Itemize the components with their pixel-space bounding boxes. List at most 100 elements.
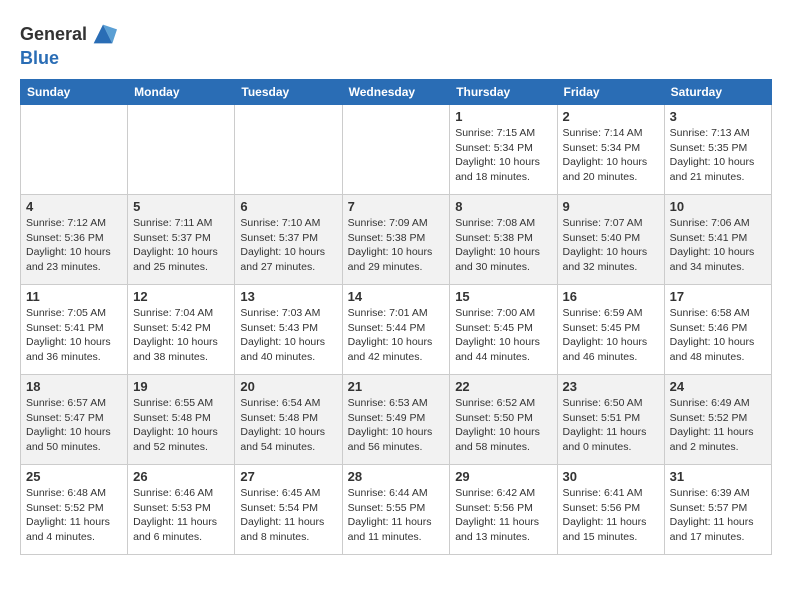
day-info: Sunrise: 6:58 AM Sunset: 5:46 PM Dayligh…: [670, 306, 766, 365]
day-number: 27: [240, 469, 336, 484]
calendar-week-row: 25 Sunrise: 6:48 AM Sunset: 5:52 PM Dayli…: [21, 465, 772, 555]
day-info: Sunrise: 7:07 AM Sunset: 5:40 PM Dayligh…: [563, 216, 659, 275]
logo-blue-text: Blue: [20, 48, 59, 69]
calendar-cell: 7 Sunrise: 7:09 AM Sunset: 5:38 PM Daylig…: [342, 195, 450, 285]
calendar-cell: 3 Sunrise: 7:13 AM Sunset: 5:35 PM Daylig…: [664, 105, 771, 195]
logo: General Blue: [20, 20, 117, 69]
day-info: Sunrise: 6:39 AM Sunset: 5:57 PM Dayligh…: [670, 486, 766, 545]
weekday-header-row: SundayMondayTuesdayWednesdayThursdayFrid…: [21, 80, 772, 105]
header: General Blue: [20, 20, 772, 69]
day-number: 30: [563, 469, 659, 484]
day-info: Sunrise: 7:10 AM Sunset: 5:37 PM Dayligh…: [240, 216, 336, 275]
day-info: Sunrise: 6:52 AM Sunset: 5:50 PM Dayligh…: [455, 396, 551, 455]
calendar-cell: 19Sunrise: 6:55 AM Sunset: 5:48 PM Dayli…: [128, 375, 235, 465]
calendar-cell: 18Sunrise: 6:57 AM Sunset: 5:47 PM Dayli…: [21, 375, 128, 465]
day-number: 6: [240, 199, 336, 214]
calendar-cell: [21, 105, 128, 195]
day-number: 29: [455, 469, 551, 484]
calendar-cell: 29Sunrise: 6:42 AM Sunset: 5:56 PM Dayli…: [450, 465, 557, 555]
day-info: Sunrise: 7:11 AM Sunset: 5:37 PM Dayligh…: [133, 216, 229, 275]
weekday-header-saturday: Saturday: [664, 80, 771, 105]
day-number: 16: [563, 289, 659, 304]
calendar-cell: 16 Sunrise: 6:59 AM Sunset: 5:45 PM Dayli…: [557, 285, 664, 375]
day-info: Sunrise: 7:13 AM Sunset: 5:35 PM Dayligh…: [670, 126, 766, 185]
calendar-cell: 12 Sunrise: 7:04 AM Sunset: 5:42 PM Dayli…: [128, 285, 235, 375]
calendar-cell: 30 Sunrise: 6:41 AM Sunset: 5:56 PM Dayli…: [557, 465, 664, 555]
day-info: Sunrise: 6:53 AM Sunset: 5:49 PM Dayligh…: [348, 396, 445, 455]
day-number: 1: [455, 109, 551, 124]
day-number: 28: [348, 469, 445, 484]
weekday-header-sunday: Sunday: [21, 80, 128, 105]
calendar-cell: 10Sunrise: 7:06 AM Sunset: 5:41 PM Dayli…: [664, 195, 771, 285]
day-number: 17: [670, 289, 766, 304]
day-info: Sunrise: 6:50 AM Sunset: 5:51 PM Dayligh…: [563, 396, 659, 455]
calendar-cell: 4 Sunrise: 7:12 AM Sunset: 5:36 PM Daylig…: [21, 195, 128, 285]
day-number: 13: [240, 289, 336, 304]
day-info: Sunrise: 7:00 AM Sunset: 5:45 PM Dayligh…: [455, 306, 551, 365]
day-number: 22: [455, 379, 551, 394]
calendar-week-row: 11 Sunrise: 7:05 AM Sunset: 5:41 PM Dayli…: [21, 285, 772, 375]
calendar-cell: 31 Sunrise: 6:39 AM Sunset: 5:57 PM Dayli…: [664, 465, 771, 555]
day-info: Sunrise: 7:05 AM Sunset: 5:41 PM Dayligh…: [26, 306, 122, 365]
calendar-cell: 9 Sunrise: 7:07 AM Sunset: 5:40 PM Daylig…: [557, 195, 664, 285]
calendar-week-row: 18Sunrise: 6:57 AM Sunset: 5:47 PM Dayli…: [21, 375, 772, 465]
weekday-header-thursday: Thursday: [450, 80, 557, 105]
day-number: 15: [455, 289, 551, 304]
day-info: Sunrise: 7:09 AM Sunset: 5:38 PM Dayligh…: [348, 216, 445, 275]
calendar-cell: 1 Sunrise: 7:15 AM Sunset: 5:34 PM Daylig…: [450, 105, 557, 195]
day-info: Sunrise: 7:12 AM Sunset: 5:36 PM Dayligh…: [26, 216, 122, 275]
day-info: Sunrise: 6:41 AM Sunset: 5:56 PM Dayligh…: [563, 486, 659, 545]
day-number: 26: [133, 469, 229, 484]
day-info: Sunrise: 7:08 AM Sunset: 5:38 PM Dayligh…: [455, 216, 551, 275]
calendar-cell: 21 Sunrise: 6:53 AM Sunset: 5:49 PM Dayli…: [342, 375, 450, 465]
day-number: 20: [240, 379, 336, 394]
day-info: Sunrise: 7:15 AM Sunset: 5:34 PM Dayligh…: [455, 126, 551, 185]
day-number: 21: [348, 379, 445, 394]
calendar-cell: 22 Sunrise: 6:52 AM Sunset: 5:50 PM Dayli…: [450, 375, 557, 465]
calendar-week-row: 1 Sunrise: 7:15 AM Sunset: 5:34 PM Daylig…: [21, 105, 772, 195]
day-info: Sunrise: 6:54 AM Sunset: 5:48 PM Dayligh…: [240, 396, 336, 455]
calendar-cell: 14 Sunrise: 7:01 AM Sunset: 5:44 PM Dayli…: [342, 285, 450, 375]
day-info: Sunrise: 7:03 AM Sunset: 5:43 PM Dayligh…: [240, 306, 336, 365]
day-info: Sunrise: 6:59 AM Sunset: 5:45 PM Dayligh…: [563, 306, 659, 365]
day-number: 14: [348, 289, 445, 304]
day-info: Sunrise: 6:44 AM Sunset: 5:55 PM Dayligh…: [348, 486, 445, 545]
weekday-header-wednesday: Wednesday: [342, 80, 450, 105]
day-info: Sunrise: 7:04 AM Sunset: 5:42 PM Dayligh…: [133, 306, 229, 365]
day-number: 18: [26, 379, 122, 394]
day-info: Sunrise: 7:06 AM Sunset: 5:41 PM Dayligh…: [670, 216, 766, 275]
day-number: 23: [563, 379, 659, 394]
calendar-cell: 24Sunrise: 6:49 AM Sunset: 5:52 PM Dayli…: [664, 375, 771, 465]
weekday-header-tuesday: Tuesday: [235, 80, 342, 105]
calendar-cell: 5Sunrise: 7:11 AM Sunset: 5:37 PM Daylig…: [128, 195, 235, 285]
calendar-cell: [342, 105, 450, 195]
calendar-cell: 6 Sunrise: 7:10 AM Sunset: 5:37 PM Daylig…: [235, 195, 342, 285]
day-number: 8: [455, 199, 551, 214]
calendar-cell: [128, 105, 235, 195]
day-number: 2: [563, 109, 659, 124]
day-info: Sunrise: 6:48 AM Sunset: 5:52 PM Dayligh…: [26, 486, 122, 545]
day-number: 25: [26, 469, 122, 484]
day-number: 3: [670, 109, 766, 124]
day-number: 7: [348, 199, 445, 214]
calendar-cell: 8 Sunrise: 7:08 AM Sunset: 5:38 PM Daylig…: [450, 195, 557, 285]
logo-general-text: General: [20, 24, 87, 45]
day-info: Sunrise: 6:55 AM Sunset: 5:48 PM Dayligh…: [133, 396, 229, 455]
calendar-cell: 11 Sunrise: 7:05 AM Sunset: 5:41 PM Dayli…: [21, 285, 128, 375]
day-number: 31: [670, 469, 766, 484]
calendar-cell: [235, 105, 342, 195]
logo-icon: [89, 20, 117, 48]
day-info: Sunrise: 6:45 AM Sunset: 5:54 PM Dayligh…: [240, 486, 336, 545]
calendar-cell: 23 Sunrise: 6:50 AM Sunset: 5:51 PM Dayli…: [557, 375, 664, 465]
day-info: Sunrise: 6:49 AM Sunset: 5:52 PM Dayligh…: [670, 396, 766, 455]
day-number: 4: [26, 199, 122, 214]
weekday-header-monday: Monday: [128, 80, 235, 105]
day-number: 12: [133, 289, 229, 304]
day-info: Sunrise: 7:01 AM Sunset: 5:44 PM Dayligh…: [348, 306, 445, 365]
calendar-cell: 13 Sunrise: 7:03 AM Sunset: 5:43 PM Dayli…: [235, 285, 342, 375]
day-number: 11: [26, 289, 122, 304]
day-number: 9: [563, 199, 659, 214]
calendar-cell: 25 Sunrise: 6:48 AM Sunset: 5:52 PM Dayli…: [21, 465, 128, 555]
calendar-cell: 15 Sunrise: 7:00 AM Sunset: 5:45 PM Dayli…: [450, 285, 557, 375]
calendar-cell: 27 Sunrise: 6:45 AM Sunset: 5:54 PM Dayli…: [235, 465, 342, 555]
